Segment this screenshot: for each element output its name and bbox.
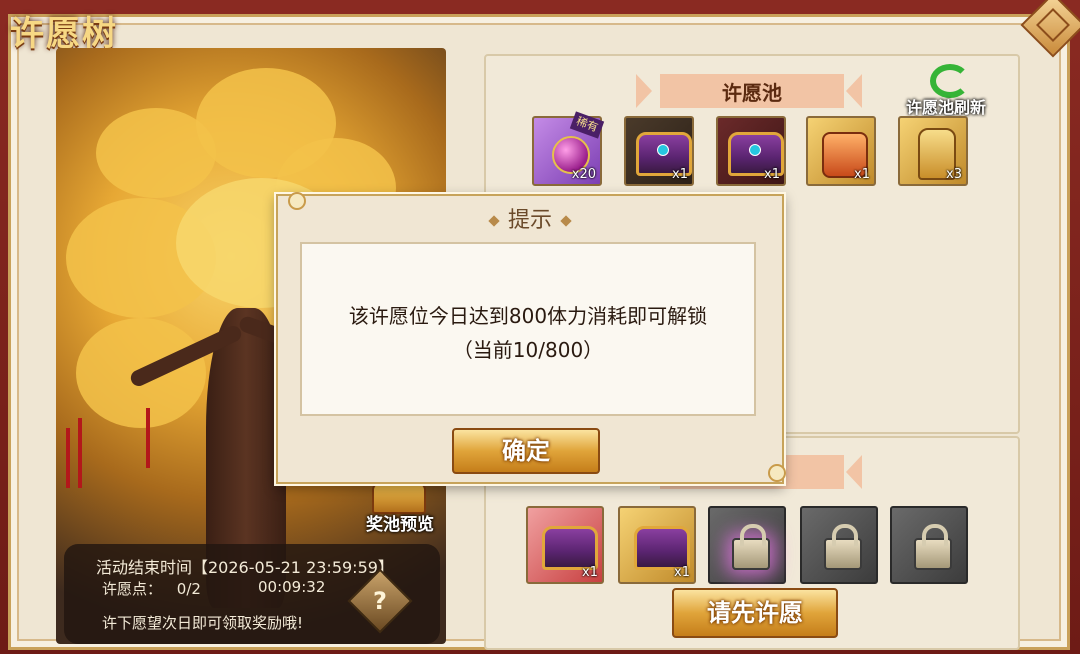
lock-icon [914,524,952,570]
chest-gem [657,144,669,156]
wish-slot-locked[interactable] [890,506,968,584]
rare-badge: 稀有 [569,111,605,139]
dialog-message-box: 该许愿位今日达到800体力消耗即可解锁 （当前10/800） [300,242,756,416]
gold-chest-icon [634,526,690,570]
confirm-button[interactable]: 确定 [452,428,600,474]
question-icon: ? [373,587,387,615]
close-icon [1036,8,1070,42]
banner-chevron-right [846,74,862,108]
end-time-label: 活动结束时间【2026-05-21 23:59:59】 [96,558,394,577]
item-quantity: x1 [672,167,688,182]
pool-preview-label: 奖池预览 [366,515,434,535]
reward-hint: 许下愿望次日即可领取奖励哦! [102,614,304,632]
item-quantity: x1 [582,565,598,580]
dialog-message-line1: 该许愿位今日达到800体力消耗即可解锁 [348,304,708,328]
pool-item-slot[interactable]: x1 [806,116,876,186]
wish-slot[interactable]: x1 [526,506,604,584]
wish-pool-banner: 许愿池 [660,74,844,108]
red-tassel [78,418,82,488]
refresh-icon[interactable] [930,64,970,98]
pool-item-slot[interactable]: x1 [624,116,694,186]
item-quantity: x3 [946,167,962,182]
countdown-timer: 00:09:32 [258,578,326,596]
pool-item-slot[interactable]: x1 [716,116,786,186]
red-tassel [146,408,150,468]
pool-preview-button[interactable]: 奖池预览 [358,478,442,538]
dialog-message-line2: （当前10/800） [452,338,604,362]
chest-gem [749,144,761,156]
item-quantity: x20 [571,167,596,182]
red-chest-icon [542,526,598,570]
wish-slot-locked[interactable] [800,506,878,584]
item-quantity: x1 [674,565,690,580]
dialog-title-text: 提示 [507,208,552,233]
wish-slot[interactable]: x1 [618,506,696,584]
red-tassel [66,428,70,488]
wish-points-label: 许愿点： [102,580,163,598]
wish-points-value: 0/2 [176,580,201,598]
item-quantity: x1 [854,167,870,182]
pool-item-slot[interactable]: 稀有 x20 [532,111,605,186]
diamond-icon [488,215,500,227]
diamond-icon [560,215,572,227]
pool-item-slot[interactable]: x3 [898,116,968,186]
lock-icon [732,524,770,570]
refresh-pool-button[interactable]: 许愿池刷新 [906,94,986,118]
lock-icon [824,524,862,570]
flower-ornament-icon [768,464,786,482]
dialog-title: 提示 [278,202,782,234]
make-wish-button[interactable]: 请先许愿 [672,588,838,638]
wish-slot-unlockable[interactable] [708,506,786,584]
banner-chevron-left [636,74,652,108]
banner-chevron-right [846,455,862,489]
hint-dialog: 提示 该许愿位今日达到800体力消耗即可解锁 （当前10/800） 确定 [276,192,786,484]
wish-points: 许愿点： 0/2 [102,578,201,599]
item-quantity: x1 [764,167,780,182]
